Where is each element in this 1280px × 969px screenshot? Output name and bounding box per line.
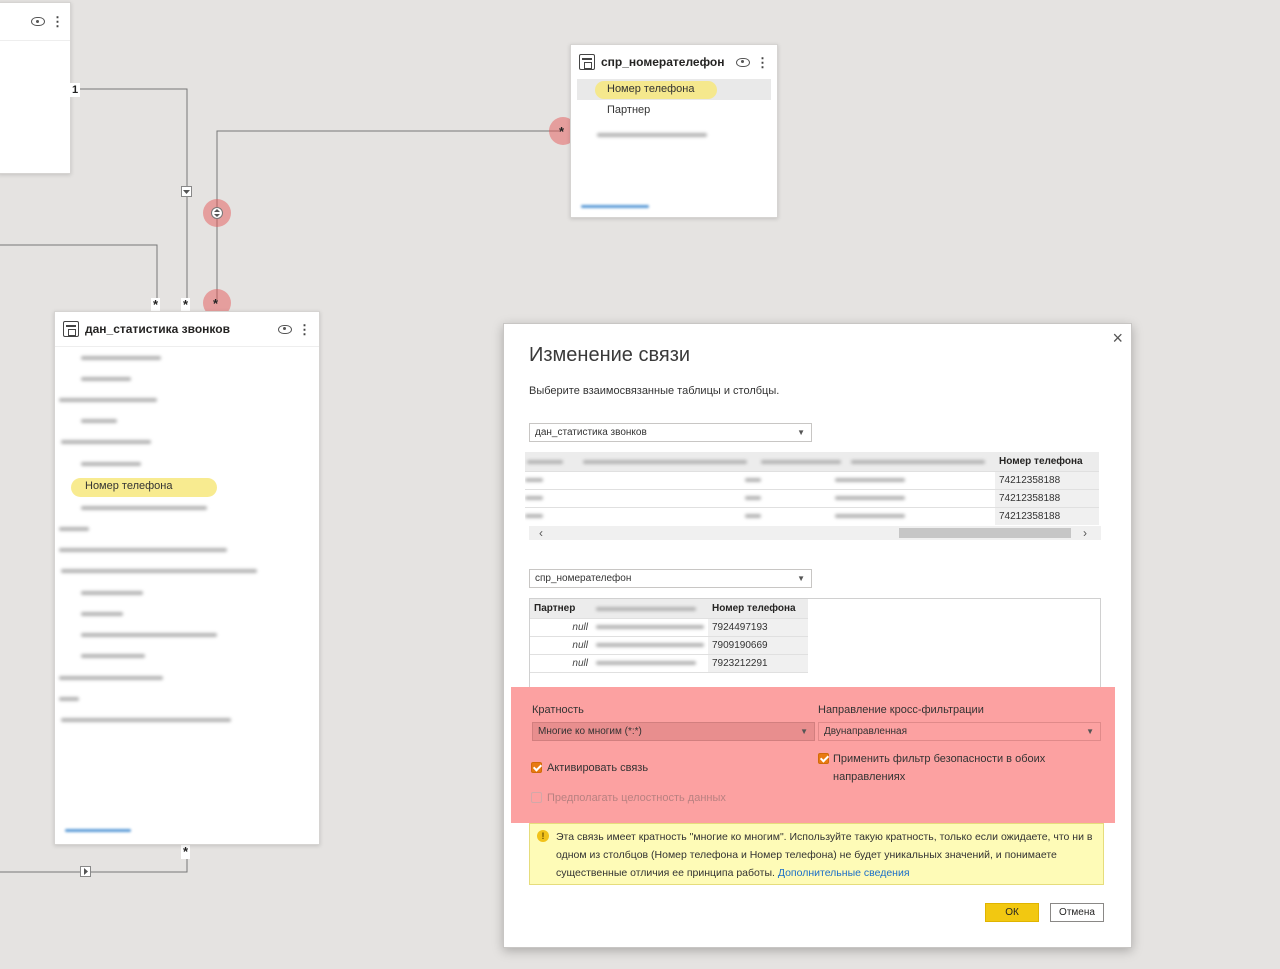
cross-filter-select[interactable]: Двунаправленная ▼ [818, 722, 1101, 741]
close-button[interactable]: × [1112, 328, 1123, 349]
table-icon [579, 54, 595, 70]
card-header: спр_номерателефон ⋮ [571, 45, 777, 79]
cross-filter-arrow-icon[interactable] [181, 186, 192, 197]
table-cell: null [530, 636, 592, 654]
many-marker-3: * [213, 296, 219, 311]
blurred-field [81, 506, 207, 510]
blurred-field [61, 569, 257, 573]
assume-integrity-checkbox[interactable] [531, 792, 542, 803]
table-cell: 74212358188 [995, 471, 1099, 489]
assume-integrity-label: Предполагать целостность данных [547, 792, 726, 804]
table-cell: 74212358188 [995, 489, 1099, 507]
blurred-field [81, 356, 161, 360]
chevron-down-icon: ▼ [800, 727, 808, 736]
options-highlight-panel: Кратность Многие ко многим (*:*) ▼ Напра… [511, 687, 1115, 823]
blurred-field [81, 419, 117, 423]
more-options-icon[interactable]: ⋮ [51, 15, 64, 28]
blurred-field [81, 462, 141, 466]
blurred-field [597, 133, 707, 137]
column-header-phone: Номер телефона [708, 599, 808, 618]
blurred-link [581, 205, 649, 208]
table1-preview[interactable]: Номер телефона 74212358188 74212358188 7… [525, 452, 1101, 542]
blurred-field [61, 440, 151, 444]
table-title: спр_номерателефон [601, 55, 725, 69]
table-cell: 7924497193 [708, 618, 808, 636]
blurred-field [81, 654, 145, 658]
warning-text: Эта связь имеет кратность "многие ко мно… [556, 831, 1093, 879]
partial-table-card[interactable]: ⋮ [0, 2, 71, 174]
field-partner[interactable]: Партнер [577, 100, 771, 121]
many-to-many-warning: ! Эта связь имеет кратность "многие ко м… [529, 823, 1104, 885]
blurred-field [81, 633, 217, 637]
blurred-field [81, 591, 143, 595]
activate-relationship-checkbox[interactable] [531, 762, 542, 773]
field-phone-number[interactable]: Номер телефона [577, 79, 771, 100]
warning-icon: ! [537, 830, 549, 842]
cross-filter-label: Направление кросс-фильтрации [818, 704, 984, 716]
field-phone-number[interactable]: Номер телефона [55, 476, 321, 497]
card-header: дан_статистика звонков ⋮ [55, 312, 319, 346]
blurred-field [59, 676, 163, 680]
visibility-icon[interactable] [31, 17, 45, 26]
cardinality-one-badge: 1 [70, 83, 81, 97]
more-options-icon[interactable]: ⋮ [298, 323, 311, 336]
chevron-down-icon: ▼ [797, 574, 805, 583]
many-marker-2: * [181, 297, 191, 312]
apply-security-filter-label: Применить фильтр безопасности в обоих [833, 753, 1046, 765]
table-cell: null [530, 654, 592, 672]
cardinality-select[interactable]: Многие ко многим (*:*) ▼ [532, 722, 815, 741]
table-cell: 7909190669 [708, 636, 808, 654]
chevron-down-icon: ▼ [1086, 727, 1094, 736]
blurred-link [65, 829, 131, 832]
column-header-partner: Партнер [530, 599, 592, 618]
scroll-left-icon[interactable]: ‹ [539, 526, 543, 540]
apply-security-filter-label-cont: направлениях [833, 771, 906, 783]
visibility-icon[interactable] [278, 324, 292, 334]
blurred-field [81, 377, 131, 381]
blurred-field [59, 527, 89, 531]
blurred-field [59, 548, 227, 552]
more-info-link[interactable]: Дополнительные сведения [778, 867, 910, 879]
cancel-button[interactable]: Отмена [1050, 903, 1104, 922]
apply-security-filter-checkbox[interactable] [818, 753, 829, 764]
cross-filter-arrow-bottom-icon[interactable] [80, 866, 91, 877]
chevron-down-icon: ▼ [797, 428, 805, 437]
blurred-field [59, 398, 157, 402]
blurred-field [61, 718, 231, 722]
phone-reference-table-card[interactable]: спр_номерателефон ⋮ Номер телефона Партн… [570, 44, 778, 218]
table-cell: null [530, 618, 592, 636]
many-marker-1: * [151, 297, 161, 312]
column-header-phone: Номер телефона [995, 452, 1099, 471]
table1-select[interactable]: дан_статистика звонков ▼ [529, 423, 812, 442]
table2-select[interactable]: спр_номерателефон ▼ [529, 569, 812, 588]
horizontal-scrollbar[interactable]: ‹ › [529, 526, 1101, 540]
dialog-title: Изменение связи [529, 344, 691, 366]
call-stats-table-card[interactable]: дан_статистика звонков ⋮ Номер телефона [54, 311, 320, 845]
ok-button[interactable]: ОК [985, 903, 1039, 922]
blurred-field [59, 697, 79, 701]
table-title: дан_статистика звонков [85, 322, 230, 336]
cardinality-label: Кратность [532, 704, 584, 716]
table-cell: 74212358188 [995, 507, 1099, 525]
more-options-icon[interactable]: ⋮ [756, 56, 769, 69]
table2-preview[interactable]: Партнер Номер телефона null null null 79… [529, 598, 1101, 690]
visibility-icon[interactable] [736, 57, 750, 67]
many-marker-right: * [559, 124, 565, 139]
many-marker-bottom: * [181, 844, 191, 859]
blurred-field [81, 612, 123, 616]
activate-relationship-label: Активировать связь [547, 762, 649, 774]
dialog-subtitle: Выберите взаимосвязанные таблицы и столб… [529, 385, 780, 397]
table-icon [63, 321, 79, 337]
scroll-right-icon[interactable]: › [1083, 526, 1087, 540]
bidirectional-filter-icon[interactable] [211, 207, 223, 219]
scroll-thumb[interactable] [899, 528, 1071, 538]
table-cell: 7923212291 [708, 654, 808, 672]
